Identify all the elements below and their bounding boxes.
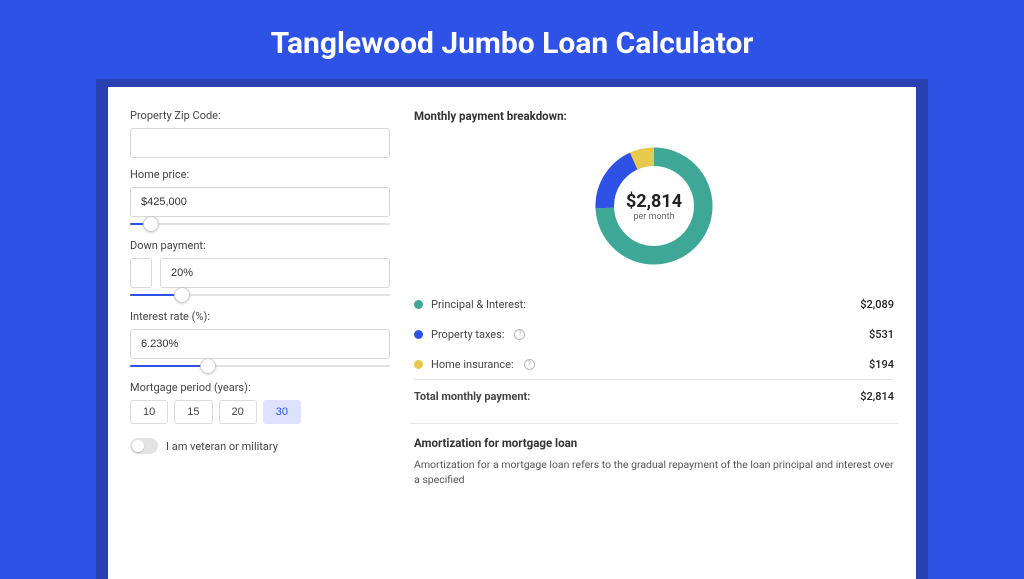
veteran-row: I am veteran or military xyxy=(130,438,390,454)
down-payment-label: Down payment: xyxy=(130,239,390,252)
dot-icon xyxy=(414,300,423,309)
interest-rate-label: Interest rate (%): xyxy=(130,310,390,323)
veteran-label: I am veteran or military xyxy=(166,440,278,453)
legend-value: $194 xyxy=(869,358,894,371)
dot-icon xyxy=(414,360,423,369)
mortgage-period-field: Mortgage period (years): 10 15 20 30 xyxy=(130,381,390,424)
down-payment-amount-input[interactable] xyxy=(130,258,152,288)
interest-rate-slider[interactable] xyxy=(130,361,390,371)
home-price-field: Home price: xyxy=(130,168,390,229)
zip-field: Property Zip Code: xyxy=(130,109,390,158)
total-label: Total monthly payment: xyxy=(414,390,530,403)
donut-center-sub: per month xyxy=(633,212,674,222)
info-icon[interactable]: ? xyxy=(514,329,525,340)
calculator-card: Property Zip Code: Home price: Down paym… xyxy=(108,87,916,579)
legend-row-principal: Principal & Interest: $2,089 xyxy=(414,289,894,319)
page-title: Tanglewood Jumbo Loan Calculator xyxy=(0,0,1024,79)
period-30-button[interactable]: 30 xyxy=(263,400,301,424)
legend-value: $2,089 xyxy=(860,298,894,311)
breakdown-title: Monthly payment breakdown: xyxy=(414,109,894,123)
info-icon[interactable]: ? xyxy=(524,359,535,370)
amortization-title: Amortization for mortgage loan xyxy=(414,436,894,450)
section-divider xyxy=(410,423,898,424)
interest-rate-input[interactable] xyxy=(130,329,390,359)
legend-label: Principal & Interest: xyxy=(431,298,526,311)
amortization-body: Amortization for a mortgage loan refers … xyxy=(414,458,894,487)
down-payment-slider[interactable] xyxy=(130,290,390,300)
legend-row-insurance: Home insurance: ? $194 xyxy=(414,349,894,379)
home-price-label: Home price: xyxy=(130,168,390,181)
total-value: $2,814 xyxy=(860,390,894,403)
home-price-input[interactable] xyxy=(130,187,390,217)
legend-label: Property taxes: xyxy=(431,328,504,341)
down-payment-percent-input[interactable] xyxy=(160,258,390,288)
donut-chart: $2,814 per month xyxy=(589,141,719,271)
zip-input[interactable] xyxy=(130,128,390,158)
zip-label: Property Zip Code: xyxy=(130,109,390,122)
card-shadow: Property Zip Code: Home price: Down paym… xyxy=(96,79,928,579)
breakdown-panel: Monthly payment breakdown: $2,814 per mo… xyxy=(414,109,894,579)
down-payment-field: Down payment: xyxy=(130,239,390,300)
period-20-button[interactable]: 20 xyxy=(219,400,257,424)
mortgage-period-label: Mortgage period (years): xyxy=(130,381,390,394)
interest-rate-field: Interest rate (%): xyxy=(130,310,390,371)
dot-icon xyxy=(414,330,423,339)
veteran-toggle[interactable] xyxy=(130,438,158,454)
legend-row-taxes: Property taxes: ? $531 xyxy=(414,319,894,349)
donut-chart-area: $2,814 per month xyxy=(414,131,894,281)
legend-row-total: Total monthly payment: $2,814 xyxy=(414,379,894,411)
donut-center-amount: $2,814 xyxy=(626,191,682,212)
input-panel: Property Zip Code: Home price: Down paym… xyxy=(130,109,390,579)
home-price-slider[interactable] xyxy=(130,219,390,229)
period-10-button[interactable]: 10 xyxy=(130,400,168,424)
mortgage-period-options: 10 15 20 30 xyxy=(130,400,390,424)
legend-label: Home insurance: xyxy=(431,358,514,371)
legend-value: $531 xyxy=(869,328,894,341)
period-15-button[interactable]: 15 xyxy=(174,400,212,424)
